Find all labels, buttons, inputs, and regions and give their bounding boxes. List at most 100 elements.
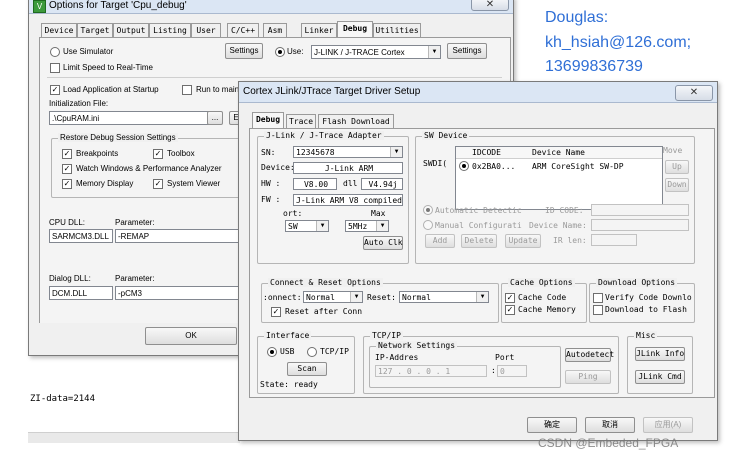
device-name-field[interactable]: [591, 219, 689, 231]
device-label: Device:: [261, 163, 295, 172]
ping-button[interactable]: Ping: [565, 370, 611, 384]
breakpoints-checkbox[interactable]: ✓: [62, 149, 72, 159]
port-label: ort:: [283, 209, 303, 218]
cache-options-group: Cache Options: [501, 278, 587, 323]
move-up-button[interactable]: Up: [665, 160, 689, 174]
download-options-group: Download Options: [589, 278, 695, 323]
tab-device[interactable]: Device: [41, 23, 77, 38]
jlink-cmd-button[interactable]: JLink Cmd: [635, 370, 685, 384]
limit-speed-checkbox[interactable]: [50, 63, 60, 73]
id-code-field[interactable]: [591, 204, 689, 216]
tab-user[interactable]: User: [191, 23, 221, 38]
port-number-field[interactable]: 0: [497, 365, 527, 377]
cache-memory-checkbox[interactable]: ✓: [505, 305, 515, 315]
outer-close-button[interactable]: ✕: [471, 0, 509, 11]
sn-label: SN:: [261, 148, 276, 157]
reset-dropdown-icon: ▼: [476, 292, 488, 302]
tab-debug[interactable]: Debug: [337, 21, 373, 38]
simulator-settings-button[interactable]: Settings: [225, 43, 263, 59]
swd-row-device: ARM CoreSight SW-DP: [532, 162, 624, 171]
inner-tab-debug[interactable]: Debug: [252, 112, 284, 129]
tab-linker[interactable]: Linker: [301, 23, 337, 38]
outer-ok-button[interactable]: OK: [145, 327, 237, 345]
tab-output[interactable]: Output: [113, 23, 149, 38]
toolbox-checkbox[interactable]: ✓: [153, 149, 163, 159]
tab-asm[interactable]: Asm: [263, 23, 287, 38]
keil-app-icon: V: [33, 0, 46, 13]
scan-button[interactable]: Scan: [287, 362, 327, 376]
max-clock-select[interactable]: 5MHz ▼: [345, 220, 389, 232]
inner-apply-button[interactable]: 应用(A): [643, 417, 693, 433]
tab-cc[interactable]: C/C++: [227, 23, 259, 38]
debugger-settings-button[interactable]: Settings: [447, 43, 487, 59]
update-button[interactable]: Update: [505, 234, 541, 248]
tab-utilities[interactable]: Utilities: [373, 23, 421, 38]
load-app-checkbox[interactable]: ✓: [50, 85, 60, 95]
tab-listing[interactable]: Listing: [149, 23, 191, 38]
move-down-button[interactable]: Down: [665, 178, 689, 192]
port-select[interactable]: SW ▼: [285, 220, 329, 232]
cpu-dll-field[interactable]: SARMCM3.DLL: [49, 229, 113, 243]
reset-select[interactable]: Normal ▼: [399, 291, 489, 303]
reset-after-connect-checkbox[interactable]: ✓: [271, 307, 281, 317]
init-file-field[interactable]: .\CpuRAM.ini: [49, 111, 209, 125]
fw-field: J-Link ARM V8 compiled I: [293, 194, 403, 206]
manual-config-radio[interactable]: [423, 220, 433, 230]
max-clock-label: Max: [371, 209, 386, 218]
memory-display-checkbox[interactable]: ✓: [62, 179, 72, 189]
dialog-param-field[interactable]: -pCM3: [115, 286, 243, 300]
tcpip-radio[interactable]: [307, 347, 317, 357]
memory-display-label: Memory Display: [76, 179, 134, 188]
ip-address-field[interactable]: 127 . 0 . 0 . 1: [375, 365, 487, 377]
run-to-main-label: Run to main: [196, 85, 240, 94]
add-button[interactable]: Add: [425, 234, 455, 248]
fw-label: FW :: [261, 195, 281, 204]
use-simulator-radio[interactable]: [50, 47, 60, 57]
download-to-flash-checkbox[interactable]: [593, 305, 603, 315]
inner-tab-trace[interactable]: Trace: [286, 114, 316, 129]
swd-row-radio[interactable]: [459, 161, 469, 171]
run-to-main-checkbox[interactable]: [182, 85, 192, 95]
debugger-select[interactable]: J-LINK / J-TRACE Cortex ▼: [311, 45, 441, 59]
cache-code-label: Cache Code: [518, 293, 567, 302]
inner-tab-flash-download[interactable]: Flash Download: [318, 114, 394, 129]
watch-windows-checkbox[interactable]: ✓: [62, 164, 72, 174]
use-debugger-radio[interactable]: [275, 47, 285, 57]
inner-cancel-button[interactable]: 取消: [585, 417, 635, 433]
reset-after-connect-label: Reset after Conn: [285, 307, 363, 316]
dialog-dll-field[interactable]: DCM.DLL: [49, 286, 113, 300]
sn-select[interactable]: 12345678 ▼: [293, 146, 403, 158]
cache-code-checkbox[interactable]: ✓: [505, 293, 515, 303]
inner-ok-button[interactable]: 确定: [527, 417, 577, 433]
connect-label: :onnect:: [263, 293, 302, 302]
ip-address-label: IP-Addres: [375, 353, 419, 362]
jlink-info-button[interactable]: JLink Info: [635, 347, 685, 361]
toolbox-label: Toolbox: [167, 149, 195, 158]
manual-config-label: Manual Configurati: [435, 221, 522, 230]
inner-close-button[interactable]: ✕: [675, 85, 713, 101]
usb-radio[interactable]: [267, 347, 277, 357]
annotation-name: Douglas:: [545, 9, 609, 26]
autodetect-button[interactable]: Autodetect: [565, 348, 614, 362]
verify-code-checkbox[interactable]: [593, 293, 603, 303]
connect-reset-title: Connect & Reset Options: [268, 278, 383, 287]
init-file-browse-button[interactable]: ...: [207, 111, 223, 125]
port-value: SW: [288, 222, 298, 231]
dll-field: V4.94j: [361, 178, 403, 190]
connect-dropdown-icon: ▼: [350, 292, 362, 302]
delete-button[interactable]: Delete: [461, 234, 497, 248]
use-simulator-label: Use Simulator: [63, 47, 114, 56]
jlink-driver-setup-dialog: Cortex JLink/JTrace Target Driver Setup …: [238, 81, 718, 441]
hw-label: HW :: [261, 179, 281, 188]
tab-target[interactable]: Target: [77, 23, 113, 38]
auto-clk-button[interactable]: Auto Clk: [363, 236, 403, 250]
connect-select[interactable]: Normal ▼: [303, 291, 363, 303]
cpu-param-field[interactable]: -REMAP: [115, 229, 243, 243]
auto-detect-radio[interactable]: [423, 205, 433, 215]
move-label: Move: [663, 146, 683, 155]
sw-device-group-title: SW Device: [422, 131, 470, 140]
cache-memory-label: Cache Memory: [518, 305, 576, 314]
inner-titlebar: Cortex JLink/JTrace Target Driver Setup …: [239, 82, 717, 103]
ir-len-field[interactable]: [591, 234, 637, 246]
system-viewer-checkbox[interactable]: ✓: [153, 179, 163, 189]
